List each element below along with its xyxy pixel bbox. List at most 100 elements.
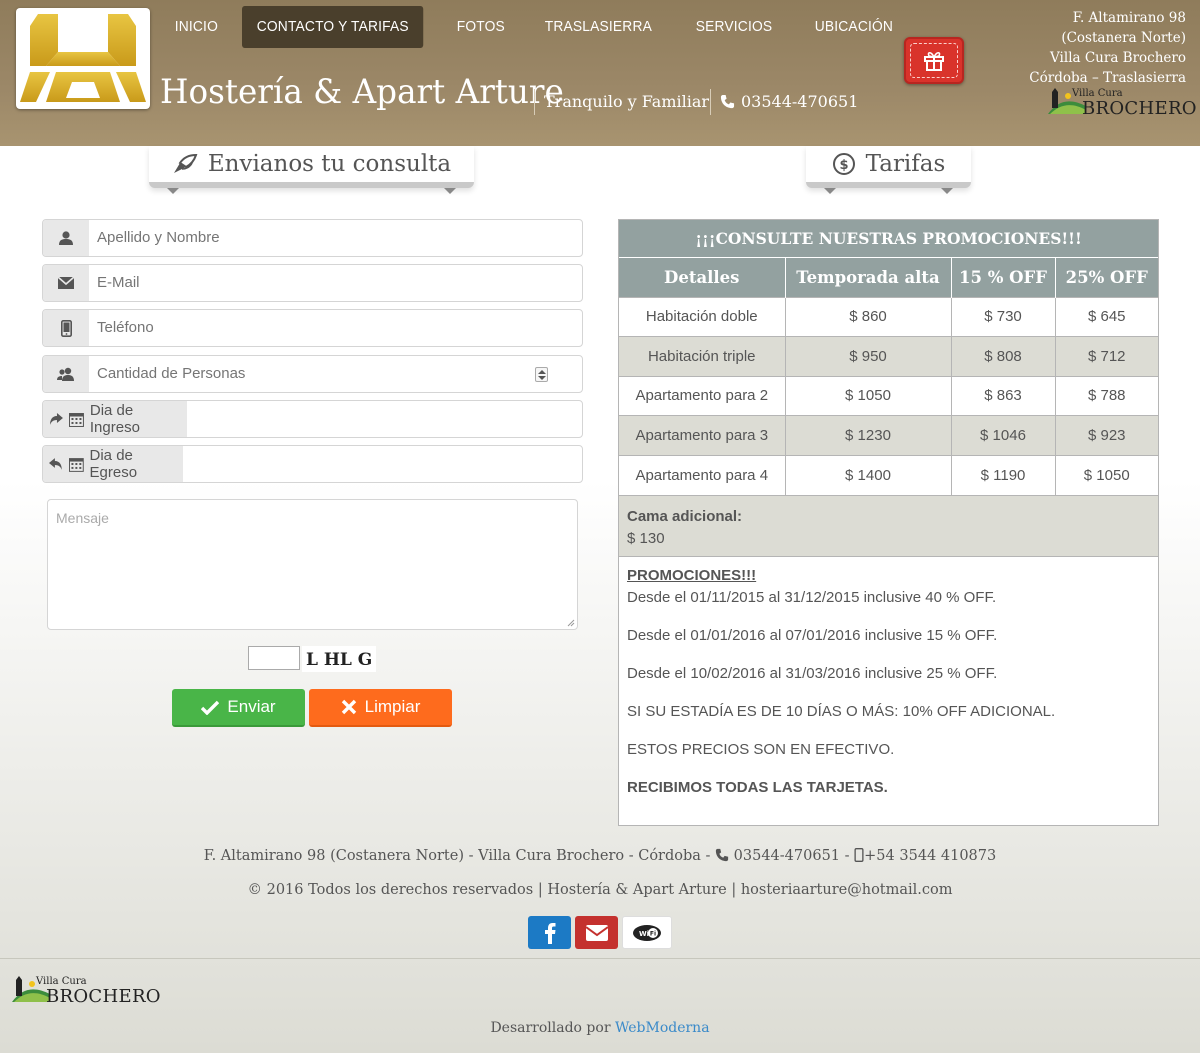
table-cell: Apartamento para 3 <box>619 415 786 455</box>
table-cell: $ 950 <box>785 336 952 376</box>
promo-banner: ¡¡¡CONSULTE NUESTRAS PROMOCIONES!!! <box>619 220 1158 258</box>
webmoderna-link[interactable]: WebModerna <box>615 1020 710 1036</box>
resize-handle-icon[interactable] <box>567 619 575 627</box>
phone-icon <box>715 848 729 862</box>
captcha-input[interactable] <box>248 646 300 670</box>
extra-bed-price: $ 130 <box>627 529 665 547</box>
contact-section-title: Envianos tu consulta <box>149 146 474 194</box>
wifi-icon: Wi Fi <box>633 924 661 941</box>
brochero-logo-big: BROCHERO <box>46 986 161 1007</box>
footer-address: F. Altamirano 98 (Costanera Norte) - Vil… <box>0 848 1200 864</box>
promotion-item: SI SU ESTADÍA ES DE 10 DÍAS O MÁS: 10% O… <box>627 702 1056 720</box>
name-field[interactable] <box>42 219 583 257</box>
address-line: Villa Cura Brochero <box>1050 50 1186 66</box>
nav-servicios[interactable]: SERVICIOS <box>681 6 787 48</box>
footer-address-text: F. Altamirano 98 (Costanera Norte) - Vil… <box>203 848 711 864</box>
table-cell: Apartamento para 2 <box>619 375 786 416</box>
message-textarea[interactable]: Mensaje <box>47 499 578 630</box>
message-placeholder: Mensaje <box>56 510 109 526</box>
promotions-list: PROMOCIONES!!! Desde el 01/11/2015 al 31… <box>619 557 1158 823</box>
envelope-icon <box>43 265 89 301</box>
clear-label: Limpiar <box>364 697 421 716</box>
table-cell: $ 712 <box>1055 336 1158 376</box>
hotel-logo[interactable] <box>16 8 150 109</box>
group-icon <box>43 356 89 392</box>
footer-copyright: © 2016 Todos los derechos reservados | H… <box>247 882 953 898</box>
site-title[interactable]: Hostería & Apart Arture <box>160 72 564 112</box>
column-header: Detalles <box>619 258 786 297</box>
footer-divider <box>0 958 1200 959</box>
wifi-badge: Wi Fi <box>622 916 672 949</box>
site-tagline: Tranquilo y Familiar <box>534 89 709 115</box>
gift-icon <box>924 51 944 71</box>
site-header: INICIO CONTACTO Y TARIFAS FOTOS TRASLASI… <box>0 0 1200 146</box>
address-line: Córdoba – Traslasierra <box>1029 70 1186 86</box>
share-arrow-icon <box>49 413 63 425</box>
table-cell: $ 1046 <box>951 415 1056 455</box>
checkin-field[interactable]: Dia de Ingreso <box>42 400 583 438</box>
table-row: Habitación triple $ 950 $ 808 $ 712 <box>619 336 1158 376</box>
nav-ubicacion[interactable]: UBICACIÓN <box>800 6 908 48</box>
svg-text:Fi: Fi <box>650 930 656 937</box>
table-cell: $ 730 <box>951 296 1056 337</box>
promotions-title: PROMOCIONES!!! <box>627 566 757 584</box>
email-field[interactable] <box>42 264 583 302</box>
reply-arrow-icon <box>49 458 62 470</box>
checkin-label: Dia de Ingreso <box>89 402 140 436</box>
table-cell: $ 1050 <box>785 375 952 416</box>
check-icon <box>201 700 220 715</box>
people-stepper[interactable] <box>535 367 548 382</box>
pen-icon <box>173 153 198 173</box>
calendar-icon <box>68 457 84 472</box>
phone-input[interactable] <box>97 310 567 346</box>
extra-bed-label: Cama adicional: <box>627 507 743 525</box>
address-line: (Costanera Norte) <box>1061 30 1186 46</box>
name-input[interactable] <box>97 220 567 256</box>
send-label: Enviar <box>227 697 276 716</box>
svg-text:Wi: Wi <box>639 930 649 938</box>
close-icon <box>341 699 356 715</box>
header-address: F. Altamirano 98 (Costanera Norte) Villa… <box>1029 8 1186 88</box>
footer-mobile: +54 3544 410873 <box>864 848 997 864</box>
table-cell: $ 860 <box>785 296 952 337</box>
header-phone-number: 03544-470651 <box>741 92 859 111</box>
table-cell: $ 788 <box>1055 375 1158 416</box>
nav-inicio[interactable]: INICIO <box>160 6 233 48</box>
captcha-image: L HL G <box>302 646 376 672</box>
phone-field[interactable] <box>42 309 583 347</box>
people-field[interactable] <box>42 355 583 393</box>
nav-traslasierra[interactable]: TRASLASIERRA <box>530 6 667 48</box>
send-button[interactable]: Enviar <box>172 689 305 727</box>
nav-fotos[interactable]: FOTOS <box>442 6 520 48</box>
table-row: Apartamento para 2 $ 1050 $ 863 $ 788 <box>619 375 1158 416</box>
footer-brochero-logo[interactable]: Villa Cura BROCHERO <box>12 974 161 1007</box>
promotion-item: Desde el 10/02/2016 al 31/03/2016 inclus… <box>627 664 998 682</box>
column-header: Temporada alta <box>785 258 952 297</box>
developer-credit: Desarrollado por WebModerna <box>0 1020 1200 1036</box>
envelope-icon <box>585 924 608 941</box>
phone-icon <box>720 94 735 109</box>
brochero-logo[interactable]: Villa Cura BROCHERO <box>1048 86 1197 119</box>
people-input[interactable] <box>97 356 567 392</box>
table-cell: $ 808 <box>951 336 1056 376</box>
table-cell: Apartamento para 4 <box>619 454 786 495</box>
dollar-coin-icon: $ <box>832 153 855 175</box>
main-nav: INICIO CONTACTO Y TARIFAS FOTOS TRASLASI… <box>160 6 920 48</box>
email-input[interactable] <box>97 265 567 301</box>
table-cell: $ 645 <box>1055 296 1158 337</box>
facebook-button[interactable] <box>528 916 571 949</box>
facebook-icon <box>544 922 555 944</box>
table-cell: Habitación doble <box>619 296 786 337</box>
rates-section-title: $ Tarifas <box>806 146 971 194</box>
email-button[interactable] <box>575 916 618 949</box>
mobile-phone-icon <box>43 310 89 346</box>
table-row: Habitación doble $ 860 $ 730 $ 645 <box>619 296 1158 337</box>
checkin-addon: Dia de Ingreso <box>43 401 187 437</box>
table-row: Apartamento para 4 $ 1400 $ 1190 $ 1050 <box>619 454 1158 495</box>
brochero-logo-big: BROCHERO <box>1082 98 1197 119</box>
checkout-field[interactable]: Dia de Egreso <box>42 445 583 483</box>
gift-button[interactable] <box>904 37 964 84</box>
dev-credit-prefix: Desarrollado por <box>490 1020 611 1036</box>
nav-contacto-tarifas[interactable]: CONTACTO Y TARIFAS <box>242 6 424 48</box>
clear-button[interactable]: Limpiar <box>309 689 452 727</box>
